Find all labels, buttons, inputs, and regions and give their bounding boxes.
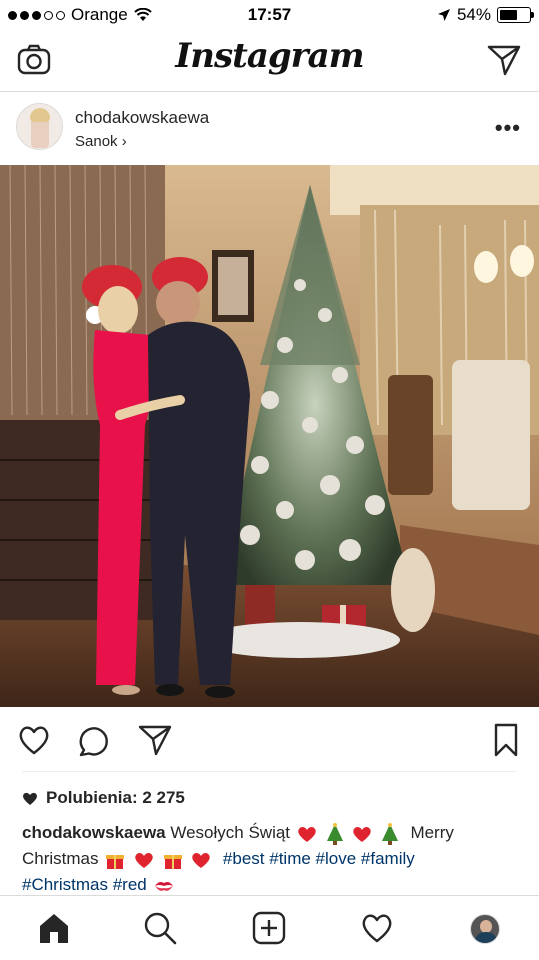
author-avatar[interactable] [16,103,63,150]
battery-percent: 54% [456,5,491,24]
actions-divider [22,771,517,772]
app-header: Instagram [0,30,539,92]
small-heart-icon [23,792,37,805]
app-logo-title: Instagram [175,36,364,76]
bottom-nav [0,895,539,960]
gift-emoji-icon [106,854,125,869]
location-arrow-icon [437,9,450,21]
add-post-icon[interactable] [251,910,287,946]
red-heart-emoji-icon [192,852,211,868]
home-icon[interactable] [36,910,72,946]
post-location[interactable]: Sanok › [75,133,127,150]
search-icon[interactable] [142,910,178,946]
red-heart-emoji-icon [353,826,371,842]
hashtag-link[interactable]: #best [223,849,265,868]
caption-text-3: Christmas [22,849,99,868]
heart-icon[interactable] [16,722,52,758]
hashtag-link[interactable]: #red [113,875,147,894]
profile-avatar[interactable] [470,914,500,944]
comment-icon[interactable] [76,722,112,758]
christmas-tree-emoji-icon [326,822,343,845]
direct-send-icon[interactable] [487,44,521,76]
bookmark-icon[interactable] [488,722,524,758]
kiss-mark-emoji-icon [155,881,174,891]
post-username[interactable]: chodakowskaewa [75,108,209,128]
hashtag-link[interactable]: #time [269,849,311,868]
gift-emoji-icon [163,854,182,869]
status-bar: Orange 17:57 54% [0,0,539,30]
post-actions [0,708,539,770]
caption-text-2: Merry [410,823,454,842]
likes-count[interactable]: Polubienia: 2 275 [22,788,185,808]
more-options-icon[interactable]: ••• [495,115,521,141]
caption-username[interactable]: chodakowskaewa [22,823,166,842]
chevron-right-icon: › [121,133,127,150]
battery-icon [497,7,534,23]
location-name: Sanok [75,133,118,150]
red-heart-emoji-icon [135,852,153,868]
activity-heart-icon[interactable] [359,910,395,946]
hashtag-link[interactable]: #love [316,849,357,868]
hashtag-link[interactable]: #family [361,849,415,868]
hashtag-link[interactable]: #Christmas [22,875,108,894]
christmas-tree-emoji-icon [381,822,398,845]
red-heart-emoji-icon [298,826,316,842]
post-photo[interactable] [0,165,539,707]
post-caption: chodakowskaewa Wesołych Świąt Merry Chri… [22,820,522,898]
post-header: chodakowskaewa Sanok › ••• [0,93,539,165]
likes-text: Polubienia: 2 275 [46,788,185,807]
caption-text-1: Wesołych Świąt [170,823,291,842]
send-icon[interactable] [137,722,173,758]
